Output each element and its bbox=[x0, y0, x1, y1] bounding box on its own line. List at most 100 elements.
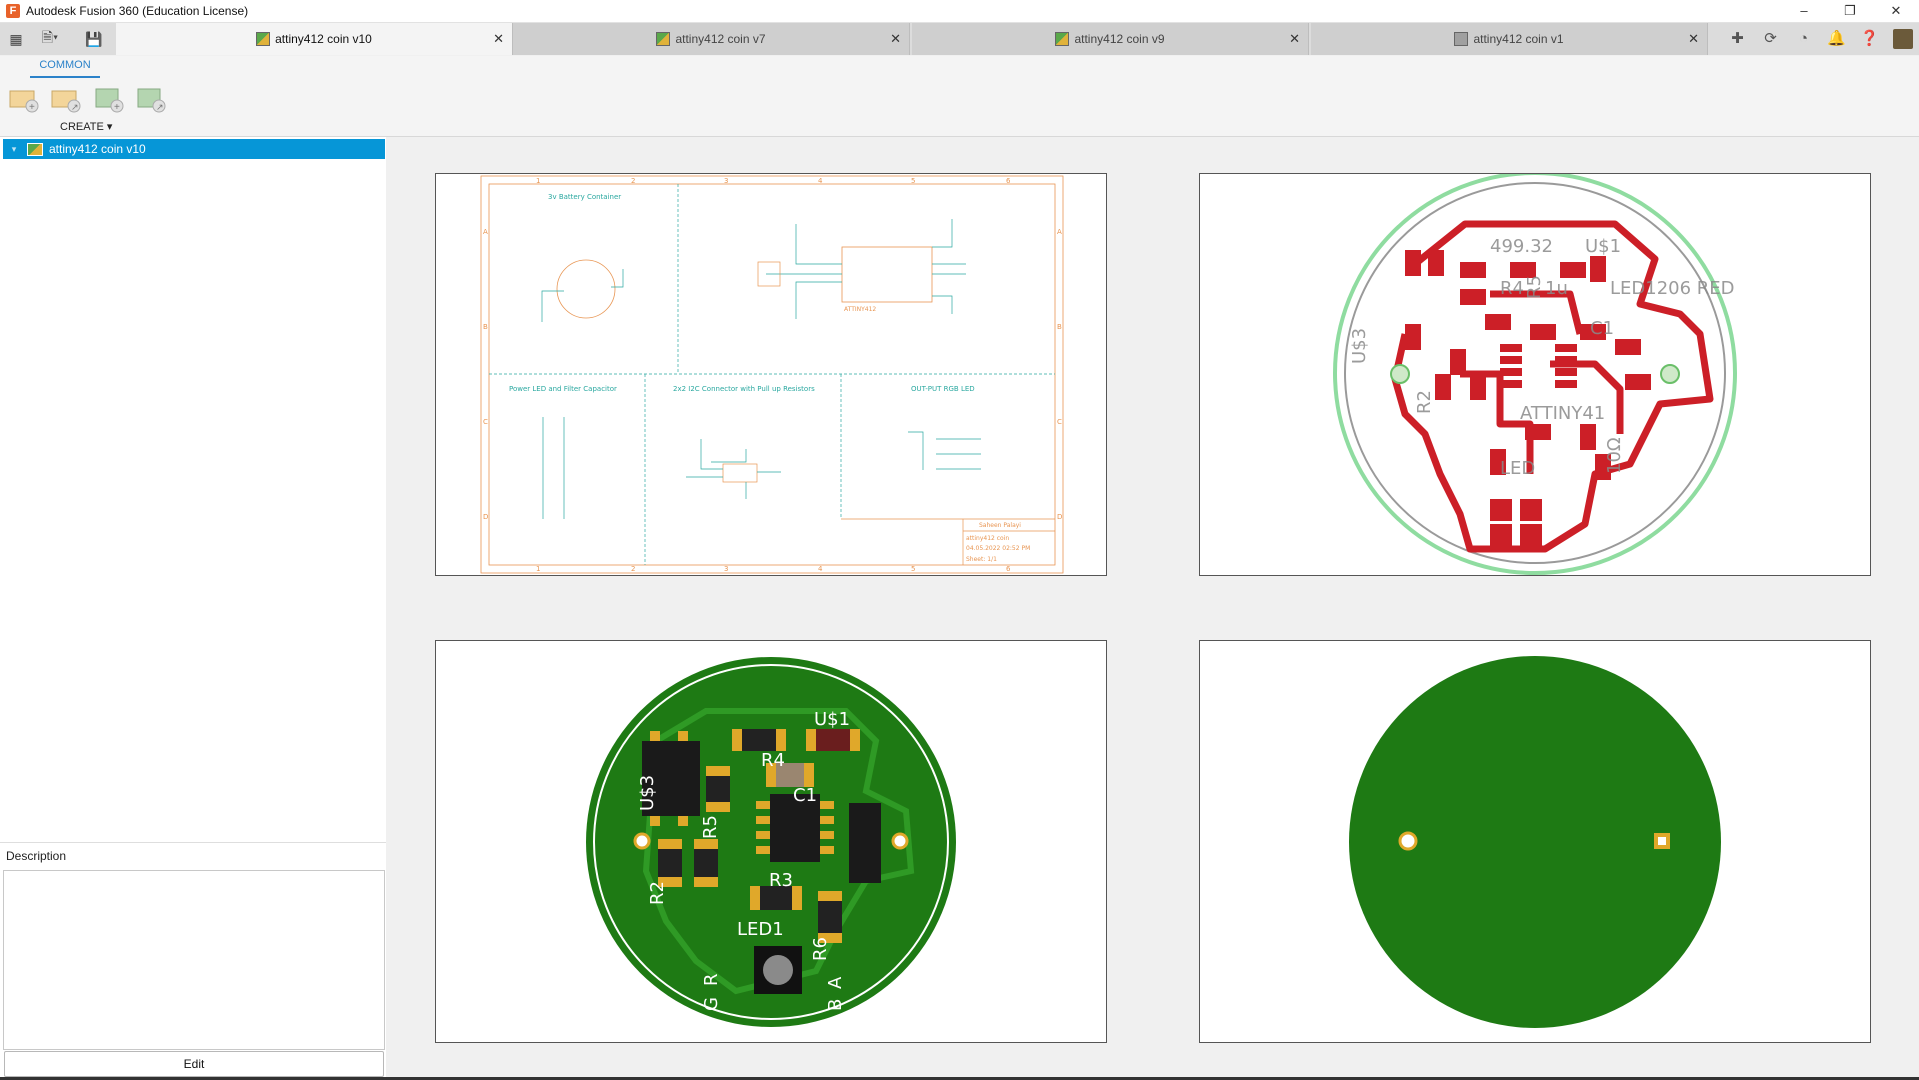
svg-text:U$3: U$3 bbox=[1349, 328, 1370, 364]
header-tools: ✚ ⟳ ◔ 🔔 ❓ bbox=[1721, 23, 1919, 55]
label-r5: R5 bbox=[700, 815, 721, 839]
user-avatar[interactable] bbox=[1886, 23, 1919, 55]
window-title: Autodesk Fusion 360 (Education License) bbox=[26, 4, 249, 18]
help-icon[interactable]: ❓ bbox=[1853, 23, 1886, 55]
svg-text:C: C bbox=[1057, 418, 1062, 426]
new-design-icon[interactable]: + bbox=[8, 83, 40, 113]
open-design-icon[interactable]: ↗ bbox=[50, 83, 82, 113]
svg-text:2: 2 bbox=[631, 565, 635, 573]
svg-text:2: 2 bbox=[631, 177, 635, 185]
svg-text:U$1: U$1 bbox=[1585, 236, 1621, 257]
tab-label: attiny412 coin v9 bbox=[1074, 32, 1165, 46]
close-tab-icon[interactable]: ✕ bbox=[1688, 31, 1699, 47]
svg-text:499.32: 499.32 bbox=[1490, 236, 1553, 257]
label-r: R bbox=[701, 973, 722, 986]
notifications-bell-icon[interactable]: 🔔 bbox=[1820, 23, 1853, 55]
close-tab-icon[interactable]: ✕ bbox=[890, 31, 901, 47]
label-g: G bbox=[701, 997, 722, 1011]
svg-text:LED: LED bbox=[1500, 458, 1535, 479]
svg-text:C: C bbox=[483, 418, 488, 426]
tab-label: attiny412 coin v10 bbox=[275, 32, 372, 46]
edit-button[interactable]: Edit bbox=[4, 1051, 384, 1077]
document-tab-bar: ▦ 🗎▾ 💾 attiny412 coin v10 ✕ attiny412 co… bbox=[0, 23, 1919, 55]
board-document-icon bbox=[27, 142, 43, 156]
schematic-drawing: 1 2 3 4 5 6 1 2 3 4 5 6 A B C D A B C D 3v Battery Con… bbox=[480, 175, 1064, 574]
svg-text:D: D bbox=[1057, 513, 1062, 521]
tab-label: attiny412 coin v7 bbox=[675, 32, 766, 46]
ribbon-toolbar: COMMON + ↗ + ↗ CREATE ▾ bbox=[0, 56, 1919, 137]
svg-text:1: 1 bbox=[536, 565, 540, 573]
project-name: attiny412 coin bbox=[966, 535, 1009, 542]
new-tab-plus-icon[interactable]: ✚ bbox=[1721, 23, 1754, 55]
attiny-chip-label: ATTINY412 bbox=[844, 306, 876, 313]
svg-text:4: 4 bbox=[818, 565, 823, 573]
svg-text:C1: C1 bbox=[1590, 318, 1614, 339]
label-c1: C1 bbox=[793, 785, 817, 806]
tab-common[interactable]: COMMON bbox=[30, 59, 100, 78]
close-button[interactable]: ✕ bbox=[1873, 0, 1919, 22]
svg-text:1: 1 bbox=[536, 177, 540, 185]
tab-attiny412-coin-v10[interactable]: attiny412 coin v10 ✕ bbox=[116, 23, 513, 55]
sheet-number: Sheet: 1/1 bbox=[966, 556, 997, 563]
restore-button[interactable]: ❐ bbox=[1827, 0, 1873, 22]
svg-text:↗: ↗ bbox=[156, 102, 164, 112]
svg-text:5: 5 bbox=[911, 177, 915, 185]
create-menu[interactable]: CREATE ▾ bbox=[60, 120, 112, 133]
board-3d-bottom-thumbnail[interactable] bbox=[1199, 640, 1871, 1043]
browser-item-label: attiny412 coin v10 bbox=[49, 142, 146, 156]
svg-text:5: 5 bbox=[911, 565, 915, 573]
schematic-date: 04.05.2022 02:52 PM bbox=[966, 545, 1030, 552]
tab-attiny412-coin-v1[interactable]: attiny412 coin v1 ✕ bbox=[1311, 23, 1708, 55]
svg-text:ATTINY41: ATTINY41 bbox=[1520, 403, 1605, 424]
new-board-icon[interactable]: + bbox=[92, 83, 124, 113]
tab-attiny412-coin-v7[interactable]: attiny412 coin v7 ✕ bbox=[513, 23, 910, 55]
board-3d-top-drawing: U$1 R4 C1 R3 LED1 U$3 R5 R2 R6 G R B A bbox=[586, 657, 956, 1027]
browser-panel: ▾ attiny412 coin v10 Description Edit bbox=[0, 137, 386, 1080]
link-board-icon[interactable]: ↗ bbox=[134, 83, 166, 113]
svg-text:6: 6 bbox=[1006, 177, 1011, 185]
battery-section-title: 3v Battery Container bbox=[548, 193, 621, 201]
board-layout-thumbnail[interactable]: 499.32 U$1 R4 1u LED1206 RED C1 ATTINY41 LED… bbox=[1199, 173, 1871, 576]
svg-text:R2: R2 bbox=[1414, 390, 1435, 414]
svg-text:6: 6 bbox=[1006, 565, 1011, 573]
data-panel-grid-icon[interactable]: ▦ bbox=[2, 23, 30, 55]
close-tab-icon[interactable]: ✕ bbox=[493, 31, 504, 47]
author-name: Saheen Palayi bbox=[979, 522, 1021, 529]
board-document-icon bbox=[256, 32, 271, 46]
file-menu-icon[interactable]: 🗎▾ bbox=[32, 23, 68, 55]
i2c-section-title: 2x2 I2C Connector with Pull up Resistors bbox=[673, 385, 815, 393]
svg-text:4: 4 bbox=[818, 177, 823, 185]
divider bbox=[0, 842, 386, 843]
minimize-button[interactable]: – bbox=[1781, 0, 1827, 22]
tab-label: attiny412 coin v1 bbox=[1473, 32, 1564, 46]
description-field[interactable] bbox=[3, 870, 385, 1050]
board-3d-top-thumbnail[interactable]: U$1 R4 C1 R3 LED1 U$3 R5 R2 R6 G R B A bbox=[435, 640, 1107, 1043]
label-led1: LED1 bbox=[737, 919, 784, 940]
svg-text:3: 3 bbox=[724, 565, 728, 573]
browser-root-item[interactable]: ▾ attiny412 coin v10 bbox=[3, 139, 385, 159]
job-status-icon[interactable]: ◔ bbox=[1787, 23, 1820, 55]
fusion-app-icon: F bbox=[6, 4, 20, 18]
svg-text:A: A bbox=[483, 228, 488, 236]
board-3d-bottom-drawing bbox=[1349, 656, 1721, 1028]
svg-text:1u: 1u bbox=[1545, 278, 1568, 299]
svg-text:B: B bbox=[1057, 323, 1062, 331]
label-b: B bbox=[825, 999, 846, 1011]
svg-text:B: B bbox=[483, 323, 488, 331]
save-icon[interactable]: 💾 bbox=[80, 23, 108, 55]
description-label: Description bbox=[6, 849, 67, 863]
svg-text:LED1206 RED: LED1206 RED bbox=[1610, 278, 1735, 299]
close-tab-icon[interactable]: ✕ bbox=[1289, 31, 1300, 47]
extensions-icon[interactable]: ⟳ bbox=[1754, 23, 1787, 55]
expand-chevron-icon[interactable]: ▾ bbox=[7, 144, 21, 155]
tab-attiny412-coin-v9[interactable]: attiny412 coin v9 ✕ bbox=[912, 23, 1309, 55]
svg-text:A: A bbox=[1057, 228, 1062, 236]
svg-text:↗: ↗ bbox=[71, 102, 79, 112]
label-r6: R6 bbox=[810, 937, 831, 961]
schematic-thumbnail[interactable]: 1 2 3 4 5 6 1 2 3 4 5 6 A B C D A B C D 3v Battery Con… bbox=[435, 173, 1107, 576]
3d-document-icon bbox=[1454, 32, 1469, 46]
svg-text:R4: R4 bbox=[1500, 278, 1524, 299]
label-a: A bbox=[825, 976, 846, 989]
label-u3: U$3 bbox=[637, 775, 658, 811]
label-r3: R3 bbox=[769, 870, 793, 891]
